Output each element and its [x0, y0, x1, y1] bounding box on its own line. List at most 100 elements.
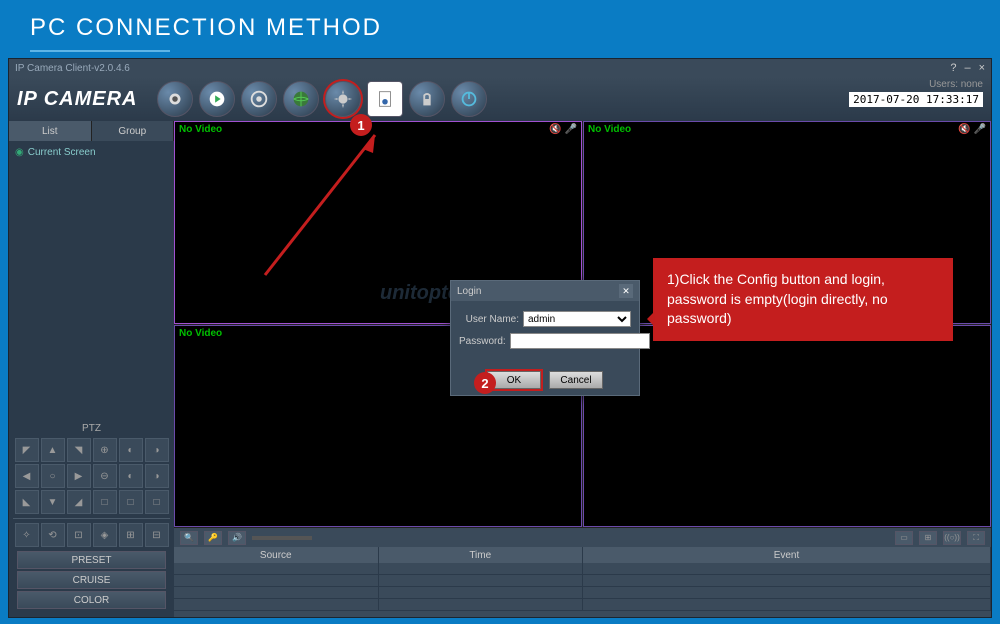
ptz-down[interactable]: ▼ [41, 490, 65, 514]
ptz-aux-grid: ✧ ⟲ ⊡ ◈ ⊞ ⊟ [13, 523, 170, 547]
toolbar-icons [157, 81, 487, 117]
event-table: Source Time Event [174, 547, 991, 617]
config-gear-icon[interactable] [325, 81, 361, 117]
callout-text: 1)Click the Config button and login, pas… [667, 271, 888, 326]
timestamp: 2017-07-20 17:33:17 [849, 92, 983, 107]
ptz-right[interactable]: ▶ [67, 464, 91, 488]
ptz-aux-2[interactable]: ⟲ [41, 523, 65, 547]
speaker-icon[interactable]: 🔊 [228, 531, 246, 545]
col-source: Source [174, 547, 379, 563]
globe-small-icon: ◉ [15, 147, 24, 158]
device-tree: ◉ Current Screen [9, 141, 174, 415]
ptz-aux-3[interactable]: ⊡ [67, 523, 91, 547]
ptz-extra-1[interactable]: □ [93, 490, 117, 514]
dialog-body: User Name: admin Password: [451, 301, 639, 365]
col-time: Time [379, 547, 584, 563]
ptz-up[interactable]: ▲ [41, 438, 65, 462]
ptz-aux-5[interactable]: ⊞ [119, 523, 143, 547]
password-label: Password: [459, 336, 506, 347]
layout-1-icon[interactable]: ▭ [895, 531, 913, 545]
sidebar-tabs: List Group [9, 121, 174, 141]
video-label: No Video [179, 124, 222, 135]
tree-item-current-screen[interactable]: ◉ Current Screen [13, 145, 170, 160]
ptz-zoom-out[interactable]: ⊖ [93, 464, 117, 488]
event-rows [174, 563, 991, 611]
ptz-iris-open[interactable]: ◑ [145, 438, 169, 462]
username-label: User Name: [459, 314, 519, 325]
ptz-up-right[interactable]: ◥ [67, 438, 91, 462]
ptz-up-left[interactable]: ◤ [15, 438, 39, 462]
app-logo: IP CAMERA [17, 88, 137, 111]
ptz-focus-far[interactable]: ◐ [119, 438, 143, 462]
toolbar-status: Users: none 2017-07-20 17:33:17 [849, 79, 983, 107]
video-label: No Video [588, 124, 631, 135]
password-input[interactable] [510, 333, 650, 349]
ptz-grid: ◤ ▲ ◥ ⊕ ◐ ◑ ◀ ○ ▶ ⊖ ◐ ◑ ◣ ▼ ◢ □ □ [13, 438, 170, 514]
cancel-button[interactable]: Cancel [549, 371, 603, 389]
main-toolbar: IP CAMERA Users: none 2017-07-20 17:33:1… [9, 77, 991, 121]
ptz-aux-6[interactable]: ⊟ [145, 523, 169, 547]
dialog-close-button[interactable]: ✕ [619, 284, 633, 298]
sidebar: List Group ◉ Current Screen PTZ ◤ ▲ ◥ ⊕ … [9, 121, 174, 617]
minimize-button[interactable]: – [964, 62, 970, 74]
video-panel-4[interactable] [583, 325, 991, 528]
ptz-left[interactable]: ◀ [15, 464, 39, 488]
event-row [174, 563, 991, 575]
instruction-banner: PC CONNECTION METHOD [0, 0, 1000, 55]
ptz-center[interactable]: ○ [41, 464, 65, 488]
ptz-down-right[interactable]: ◢ [67, 490, 91, 514]
window-title: IP Camera Client-v2.0.4.6 [15, 63, 130, 74]
tab-list[interactable]: List [9, 121, 92, 141]
search-small-icon[interactable]: 🔍 [180, 531, 198, 545]
ptz-zoom-in[interactable]: ⊕ [93, 438, 117, 462]
col-event: Event [583, 547, 991, 563]
lock-icon[interactable] [409, 81, 445, 117]
ptz-iris-close[interactable]: ◑ [145, 464, 169, 488]
event-row [174, 599, 991, 611]
event-row [174, 575, 991, 587]
key-icon[interactable]: 🔑 [204, 531, 222, 545]
bottom-toolbar: 🔍 🔑 🔊 ▭ ⊞ ((○)) ⛶ [174, 527, 991, 547]
banner-underline [30, 50, 170, 52]
marker-2: 2 [474, 372, 496, 394]
volume-slider[interactable] [252, 536, 312, 540]
ptz-down-left[interactable]: ◣ [15, 490, 39, 514]
tab-group[interactable]: Group [92, 121, 175, 141]
power-icon[interactable] [451, 81, 487, 117]
banner-title: PC CONNECTION METHOD [30, 14, 382, 42]
play-icon[interactable] [199, 81, 235, 117]
ptz-aux-4[interactable]: ◈ [93, 523, 117, 547]
titlebar: IP Camera Client-v2.0.4.6 ? – × [9, 59, 991, 77]
event-row [174, 587, 991, 599]
ptz-footer: PRESET CRUISE COLOR [13, 547, 170, 613]
window-controls: ? – × [950, 62, 985, 74]
ptz-panel: PTZ ◤ ▲ ◥ ⊕ ◐ ◑ ◀ ○ ▶ ⊖ ◐ ◑ ◣ ▼ ◢ [9, 415, 174, 617]
document-icon[interactable] [367, 81, 403, 117]
help-button[interactable]: ? [950, 62, 956, 74]
ptz-extra-2[interactable]: □ [119, 490, 143, 514]
fullscreen-icon[interactable]: ⛶ [967, 531, 985, 545]
audio-icons: 🔇 🎤 [958, 124, 986, 135]
preset-button[interactable]: PRESET [17, 551, 166, 569]
dialog-titlebar: Login ✕ [451, 281, 639, 301]
globe-icon[interactable] [283, 81, 319, 117]
video-label: No Video [179, 328, 222, 339]
ptz-extra-3[interactable]: □ [145, 490, 169, 514]
record-icon[interactable] [241, 81, 277, 117]
layout-9-icon[interactable]: ((○)) [943, 531, 961, 545]
audio-icons: 🔇 🎤 [549, 124, 577, 135]
password-row: Password: [459, 333, 631, 349]
username-select[interactable]: admin [523, 311, 631, 327]
ptz-aux-1[interactable]: ✧ [15, 523, 39, 547]
cruise-button[interactable]: CRUISE [17, 571, 166, 589]
dialog-title-text: Login [457, 286, 481, 297]
layout-4-icon[interactable]: ⊞ [919, 531, 937, 545]
color-button[interactable]: COLOR [17, 591, 166, 609]
marker-1: 1 [350, 114, 372, 136]
ptz-focus-near[interactable]: ◐ [119, 464, 143, 488]
close-button[interactable]: × [979, 62, 985, 74]
divider [13, 518, 170, 519]
username-row: User Name: admin [459, 311, 631, 327]
ptz-title: PTZ [13, 419, 170, 438]
camera-icon[interactable] [157, 81, 193, 117]
